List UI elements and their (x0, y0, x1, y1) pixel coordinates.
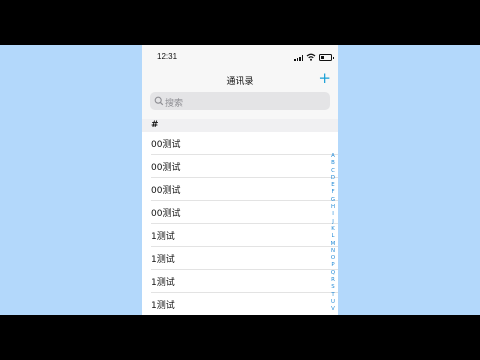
list-item[interactable]: 1测试 (142, 293, 338, 315)
index-letter[interactable]: P (329, 262, 337, 269)
index-letter[interactable]: H (329, 204, 337, 211)
index-letter[interactable]: J (329, 219, 337, 226)
status-bar: 12:31 (142, 45, 338, 67)
nav-bar: 通讯录 + (142, 67, 338, 91)
wifi-icon (306, 53, 316, 61)
app-screen: 12:31 通讯录 + 搜索 # 00测试 00测试 00测试 00测试 1测试… (0, 45, 480, 315)
list-item[interactable]: 1测试 (142, 224, 338, 247)
list-item[interactable]: 1测试 (142, 270, 338, 293)
index-letter[interactable]: G (329, 197, 337, 204)
status-time: 12:31 (157, 52, 178, 61)
index-letter[interactable]: A (329, 153, 337, 160)
index-letter[interactable]: M (329, 241, 337, 248)
search-area: 搜索 (142, 91, 338, 119)
signal-icon (294, 55, 304, 61)
contact-name: 1测试 (151, 232, 175, 242)
index-letter[interactable]: R (329, 277, 337, 284)
list-item[interactable]: 00测试 (142, 155, 338, 178)
index-letter[interactable]: U (329, 299, 337, 306)
phone-screen: 12:31 通讯录 + 搜索 # 00测试 00测试 00测试 00测试 1测试… (142, 45, 338, 315)
section-index[interactable]: A B C D E F G H I J K L M N O P Q R S T … (329, 153, 337, 314)
index-letter[interactable]: O (329, 255, 337, 262)
index-letter[interactable]: S (329, 284, 337, 291)
contact-list: 00测试 00测试 00测试 00测试 1测试 1测试 1测试 1测试 (142, 132, 338, 315)
contact-name: 1测试 (151, 255, 175, 265)
add-contact-button[interactable]: + (318, 69, 331, 87)
index-letter[interactable]: I (329, 211, 337, 218)
list-item[interactable]: 00测试 (142, 201, 338, 224)
index-letter[interactable]: B (329, 160, 337, 167)
index-letter[interactable]: F (329, 189, 337, 196)
page-title: 通讯录 (226, 77, 254, 87)
contact-name: 00测试 (151, 140, 181, 150)
index-letter[interactable]: E (329, 182, 337, 189)
index-letter[interactable]: L (329, 233, 337, 240)
battery-icon (319, 54, 334, 61)
contact-name: 1测试 (151, 278, 175, 288)
index-letter[interactable]: T (329, 292, 337, 299)
index-letter[interactable]: N (329, 248, 337, 255)
contact-name: 00测试 (151, 186, 181, 196)
index-letter[interactable]: Q (329, 270, 337, 277)
contact-name: 00测试 (151, 209, 181, 219)
search-input[interactable]: 搜索 (150, 92, 330, 110)
section-title: # (151, 120, 159, 130)
index-letter[interactable]: K (329, 226, 337, 233)
list-item[interactable]: 1测试 (142, 247, 338, 270)
index-letter[interactable]: V (329, 306, 337, 313)
search-placeholder: 搜索 (165, 99, 184, 109)
index-letter[interactable]: D (329, 175, 337, 182)
contact-name: 1测试 (151, 301, 175, 311)
contact-name: 00测试 (151, 163, 181, 173)
list-item[interactable]: 00测试 (142, 132, 338, 155)
list-item[interactable]: 00测试 (142, 178, 338, 201)
index-letter[interactable]: C (329, 168, 337, 175)
section-header: # (142, 119, 338, 132)
search-icon (154, 96, 164, 106)
